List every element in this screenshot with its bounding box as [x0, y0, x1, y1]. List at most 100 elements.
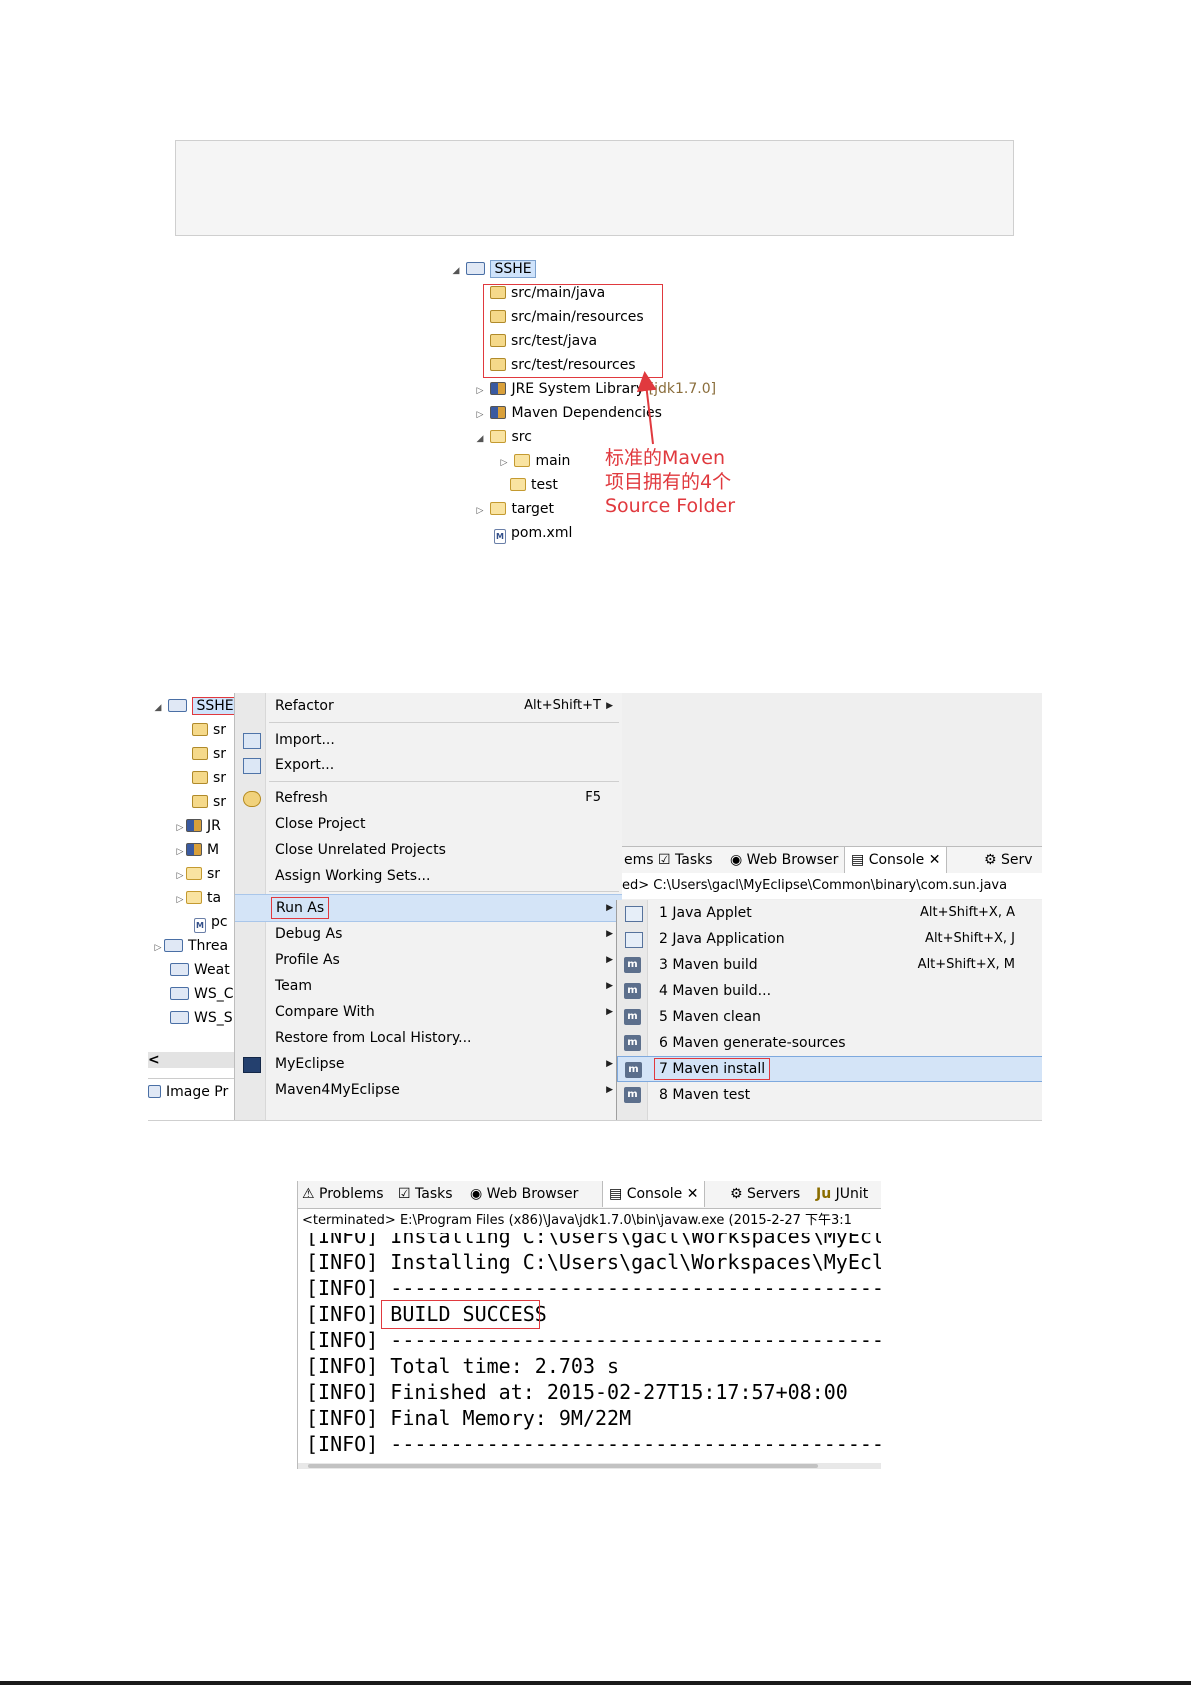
submenu-item-maven-build[interactable]: m 3 Maven build Alt+Shift+X, M [617, 952, 1042, 978]
submenu-item-maven-generate-sources[interactable]: m 6 Maven generate-sources [617, 1030, 1042, 1056]
menu-item-assign-working-sets[interactable]: Assign Working Sets... [235, 863, 623, 889]
submenu-arrow-icon: ▶ [606, 1007, 613, 1017]
menu-item-close-unrelated[interactable]: Close Unrelated Projects [235, 837, 623, 863]
submenu-item-java-application[interactable]: 2 Java Application Alt+Shift+X, J [617, 926, 1042, 952]
tree-label: sr [213, 794, 227, 810]
menu-separator [269, 891, 619, 892]
explorer-row[interactable]: WS_S [170, 1007, 233, 1029]
menu-label: 7 Maven install [654, 1058, 771, 1080]
scroll-left-icon[interactable]: < [148, 1052, 160, 1068]
menu-item-restore-history[interactable]: Restore from Local History... [235, 1025, 623, 1051]
explorer-row[interactable]: sr [192, 791, 226, 813]
submenu-item-maven-test[interactable]: m 8 Maven test [617, 1082, 1042, 1108]
close-icon[interactable]: ✕ [924, 852, 941, 868]
maven-icon: m [625, 1062, 642, 1078]
menu-label: Maven4MyEclipse [275, 1082, 400, 1098]
menu-item-close-project[interactable]: Close Project [235, 811, 623, 837]
menu-label: Compare With [275, 1004, 375, 1020]
source-folder-icon [192, 771, 208, 784]
explorer-row[interactable]: sr [192, 767, 226, 789]
tree-label: sr [213, 722, 227, 738]
horizontal-scrollbar[interactable]: < [148, 1052, 234, 1068]
menu-label: Team [275, 978, 313, 994]
maven-project-icon [168, 699, 188, 712]
menu-item-compare-with[interactable]: Compare With ▶ [235, 999, 623, 1025]
import-icon [243, 733, 261, 749]
expand-triangle-icon[interactable]: ▷ [152, 937, 164, 959]
tab-problems[interactable]: ⚠ Problems [302, 1181, 384, 1207]
expand-triangle-icon[interactable]: ▷ [174, 865, 186, 887]
source-folder-icon [192, 747, 208, 760]
java-applet-icon [625, 906, 643, 922]
expand-triangle-icon[interactable]: ▷ [174, 817, 186, 839]
menu-item-import[interactable]: Import... [235, 727, 623, 753]
submenu-arrow-icon: ▶ [606, 701, 613, 711]
menu-item-profile-as[interactable]: Profile As ▶ [235, 947, 623, 973]
tab-web-browser[interactable]: ◉ Web Browser [470, 1181, 578, 1207]
submenu-arrow-icon: ▶ [606, 955, 613, 965]
tab-label: JUnit [835, 1186, 869, 1202]
menu-item-myeclipse[interactable]: MyEclipse ▶ [235, 1051, 623, 1077]
servers-icon: ⚙ [730, 1186, 748, 1202]
submenu-item-java-applet[interactable]: 1 Java Applet Alt+Shift+X, A [617, 900, 1042, 926]
explorer-row[interactable]: sr [192, 743, 226, 765]
tab-console[interactable]: ▤ Console ✕ [844, 847, 948, 873]
explorer-row[interactable]: ▷ JR [174, 815, 221, 837]
menu-label: Close Project [275, 816, 366, 832]
explorer-row[interactable]: Mpc [194, 911, 228, 933]
tab-web-browser[interactable]: ◉ Web Browser [730, 847, 838, 873]
console-line: [INFO] Total time: 2.703 s [306, 1354, 620, 1378]
project-name: SSHE [192, 697, 238, 715]
explorer-row[interactable]: sr [192, 719, 226, 741]
explorer-row[interactable]: ▷ Threa [152, 935, 229, 959]
menu-label: 5 Maven clean [659, 1009, 761, 1025]
tab-tasks[interactable]: ☑ Tasks [398, 1181, 453, 1207]
scrollbar-thumb[interactable] [308, 1464, 818, 1468]
folder-open-icon [186, 891, 202, 904]
explorer-row[interactable]: ▷ ta [174, 887, 222, 911]
submenu-arrow-icon: ▶ [606, 929, 613, 939]
tab-servers[interactable]: ⚙ Serv [984, 847, 1033, 873]
horizontal-scrollbar[interactable] [298, 1463, 881, 1469]
maven-icon: m [624, 983, 641, 999]
tab-servers[interactable]: ⚙ Servers [730, 1181, 800, 1207]
collapse-triangle-icon[interactable]: ◢ [152, 697, 164, 719]
tab-tasks[interactable]: ☑ Tasks [658, 847, 713, 873]
close-icon[interactable]: ✕ [682, 1186, 699, 1202]
problems-icon: ⚠ [302, 1186, 320, 1202]
maven-icon: m [624, 1087, 641, 1103]
explorer-row[interactable]: WS_C [170, 983, 234, 1005]
submenu-item-maven-build-dialog[interactable]: m 4 Maven build... [617, 978, 1042, 1004]
menu-item-maven4myeclipse[interactable]: Maven4MyEclipse ▶ [235, 1077, 623, 1103]
expand-triangle-icon[interactable]: ▷ [174, 841, 186, 863]
menu-separator [269, 781, 619, 782]
working-set-icon [170, 963, 189, 976]
explorer-row[interactable]: ▷ M [174, 839, 220, 863]
console-screenshot: ⚠ Problems ☑ Tasks ◉ Web Browser ▤ Conso… [297, 1181, 881, 1469]
menu-item-refresh[interactable]: Refresh F5 [235, 785, 623, 811]
tab-problems[interactable]: ems [624, 847, 654, 873]
bottom-panel-tabs: ems ☑ Tasks ◉ Web Browser ▤ Console ✕ ⚙ … [622, 846, 1042, 874]
explorer-row[interactable]: Weat [170, 959, 230, 981]
menu-item-export[interactable]: Export... [235, 752, 623, 778]
menu-item-team[interactable]: Team ▶ [235, 973, 623, 999]
tab-junit[interactable]: Ju JUnit [816, 1181, 868, 1207]
menu-accelerator: Alt+Shift+T [524, 698, 601, 713]
expand-triangle-icon[interactable]: ▷ [174, 889, 186, 911]
servers-icon: ⚙ [984, 852, 1002, 868]
source-folder-icon [192, 795, 208, 808]
menu-item-debug-as[interactable]: Debug As ▶ [235, 921, 623, 947]
menu-label: Export... [275, 757, 335, 773]
run-as-submenu: 1 Java Applet Alt+Shift+X, A 2 Java Appli… [616, 900, 1042, 1120]
submenu-item-maven-clean[interactable]: m 5 Maven clean [617, 1004, 1042, 1030]
menu-item-refactor[interactable]: Refactor Alt+Shift+T ▶ [235, 693, 623, 719]
menu-item-run-as[interactable]: Run As ▶ [235, 894, 623, 922]
image-preview-tab[interactable]: Image Pr [148, 1078, 234, 1105]
tab-label: Servers [747, 1186, 801, 1202]
explorer-row-project[interactable]: ◢ SSHE [152, 695, 238, 717]
submenu-item-maven-install[interactable]: m 7 Maven install [617, 1056, 1042, 1082]
explorer-row[interactable]: ▷ sr [174, 863, 221, 887]
tab-console[interactable]: ▤ Console ✕ [602, 1181, 706, 1207]
tree-label: WS_S [194, 1010, 233, 1026]
tab-label: Image Pr [166, 1084, 229, 1100]
